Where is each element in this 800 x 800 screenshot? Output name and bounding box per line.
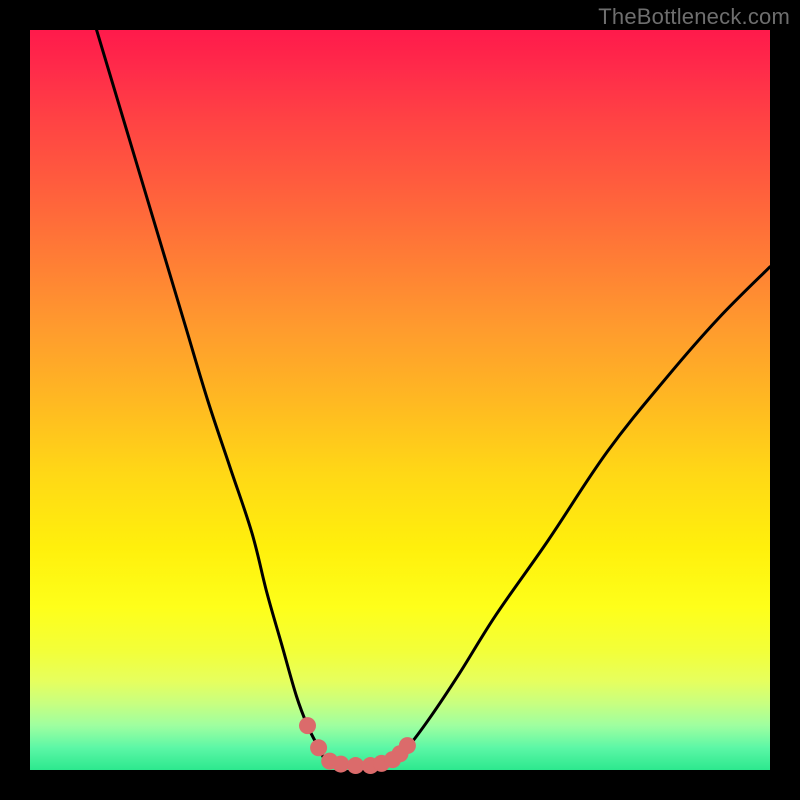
highlight-dot <box>399 737 416 754</box>
highlight-dot <box>332 756 349 773</box>
highlight-dots <box>299 717 416 774</box>
left-branch-path <box>97 30 326 763</box>
right-branch-path <box>393 267 770 763</box>
curves-svg <box>30 30 770 770</box>
highlight-dot <box>347 757 364 774</box>
highlight-dot <box>299 717 316 734</box>
highlight-dot <box>310 739 327 756</box>
chart-frame: TheBottleneck.com <box>0 0 800 800</box>
plot-area <box>30 30 770 770</box>
watermark-text: TheBottleneck.com <box>598 4 790 30</box>
